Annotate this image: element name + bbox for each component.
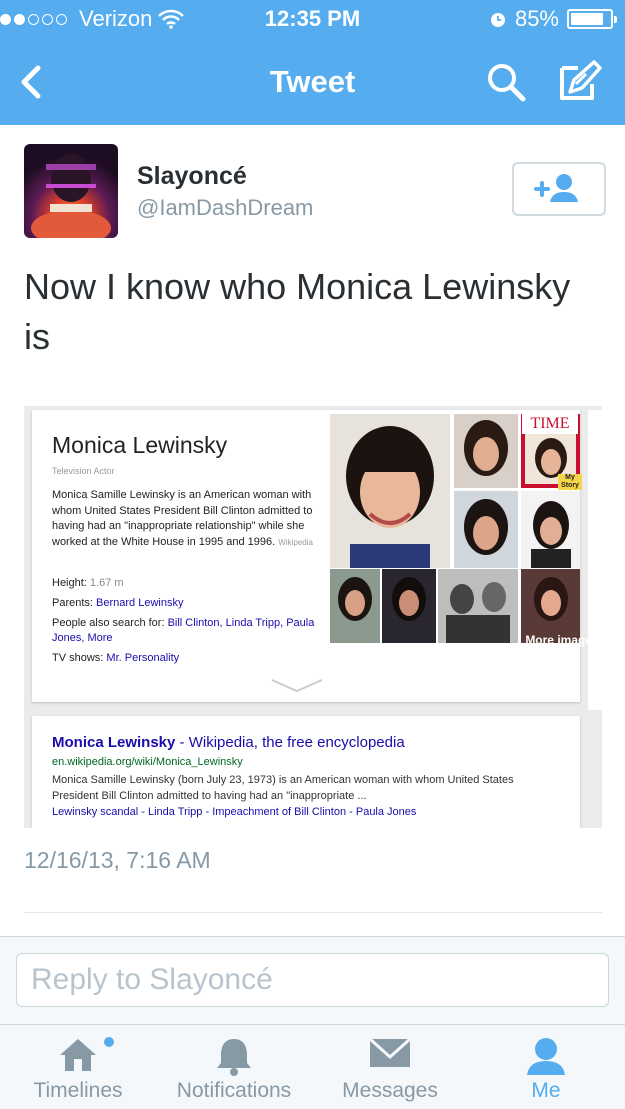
knowledge-panel-facts: Height: 1.67 m Parents: Bernard Lewinsky… [52, 576, 332, 671]
add-user-icon [534, 174, 578, 202]
fact-people-also-search: People also search for: Bill Clinton, Li… [52, 616, 332, 646]
fact-height: Height: 1.67 m [52, 576, 332, 591]
expand-chevron-icon [271, 679, 323, 693]
follow-button[interactable] [512, 162, 606, 216]
tab-notifications[interactable]: Notifications [160, 1025, 308, 1109]
knowledge-panel-subtitle: Television Actor [52, 466, 115, 476]
fact-label: Height: [52, 577, 87, 589]
fact-parents: Parents: Bernard Lewinsky [52, 596, 332, 611]
tab-timelines[interactable]: Timelines [18, 1025, 138, 1109]
more-images-label: More images [525, 633, 599, 647]
photo-thumbnail [382, 569, 436, 643]
battery-level-fill [571, 13, 604, 25]
battery-icon [567, 9, 617, 29]
nav-bar: Tweet [0, 42, 625, 122]
search-icon[interactable] [484, 60, 528, 104]
search-result-snippet: Monica Samille Lewinsky (born July 23, 1… [52, 774, 514, 802]
user-profile-icon [527, 1038, 565, 1075]
tab-label: Me [531, 1079, 561, 1102]
fact-label: Parents: [52, 597, 93, 609]
battery-percent: 85% [514, 6, 559, 31]
knowledge-panel-description: Monica Samille Lewinsky is an American w… [52, 488, 322, 550]
status-bar: Verizon 12:35 PM 85% [0, 0, 625, 40]
compose-tweet-icon[interactable] [556, 58, 604, 104]
tab-me[interactable]: Me [500, 1025, 592, 1109]
photo-thumbnail [521, 491, 580, 568]
search-result-title: Monica Lewinsky - Wikipedia, the free en… [52, 734, 405, 751]
tab-label: Messages [342, 1079, 438, 1102]
battery-tip [614, 16, 617, 23]
page-title: Tweet [269, 64, 356, 99]
tweet-author-handle[interactable]: @IamDashDream [137, 195, 313, 221]
avatar[interactable] [24, 144, 118, 238]
photo-thumbnail [330, 569, 380, 643]
search-result-url: en.wikipedia.org/wiki/Monica_Lewinsky [52, 756, 243, 768]
knowledge-panel-title: Monica Lewinsky [52, 432, 228, 458]
tab-bar: Timelines Notifications Messages Me [0, 1024, 625, 1109]
home-icon [60, 1039, 96, 1071]
result-title-name: Monica Lewinsky [52, 734, 176, 751]
tweet-image[interactable]: Monica Lewinsky Television Actor Monica … [24, 406, 602, 828]
portrait-photo [330, 414, 450, 568]
fact-value: Mr. Personality [106, 652, 180, 664]
photo-thumbnail [454, 491, 518, 568]
tab-messages[interactable]: Messages [330, 1025, 450, 1109]
magazine-title: TIME [522, 414, 578, 434]
search-result-card: Monica Lewinsky - Wikipedia, the free en… [32, 716, 580, 828]
side-card-edge [588, 410, 602, 710]
reply-input[interactable] [16, 953, 609, 1007]
app-header: Verizon 12:35 PM 85% Tweet [0, 0, 625, 125]
fact-value: Bernard Lewinsky [96, 597, 184, 609]
result-title-rest: - Wikipedia, the free encyclopedia [175, 734, 405, 751]
fact-tv-shows: TV shows: Mr. Personality [52, 651, 332, 666]
divider [24, 912, 602, 913]
avatar-image [31, 154, 111, 238]
unread-dot [104, 1037, 114, 1047]
tweet-timestamp: 12/16/13, 7:16 AM [24, 847, 211, 873]
status-bar-right: 85% [489, 6, 617, 32]
reply-bar [0, 936, 625, 1024]
magazine-cover-text: My Story [558, 474, 582, 490]
tab-label: Notifications [176, 1079, 292, 1102]
search-result-sitelinks: Lewinsky scandal - Linda Tripp - Impeach… [52, 806, 417, 818]
tweet-text: Now I know who Monica Lewinsky is [24, 266, 571, 357]
alarm-clock-icon [490, 13, 505, 27]
tweet-author-name[interactable]: Slayoncé [137, 162, 247, 191]
envelope-icon [368, 1037, 412, 1067]
fact-value: 1.67 m [89, 577, 124, 589]
description-source: Wikipedia [278, 537, 313, 547]
tab-label: Timelines [33, 1079, 123, 1102]
photo-thumbnail [454, 414, 518, 488]
fact-label: People also search for: [52, 617, 165, 629]
bell-icon [217, 1039, 251, 1076]
photo-thumbnail [438, 569, 518, 643]
fact-label: TV shows: [52, 652, 104, 664]
description-text: Monica Samille Lewinsky is an American w… [52, 489, 313, 548]
